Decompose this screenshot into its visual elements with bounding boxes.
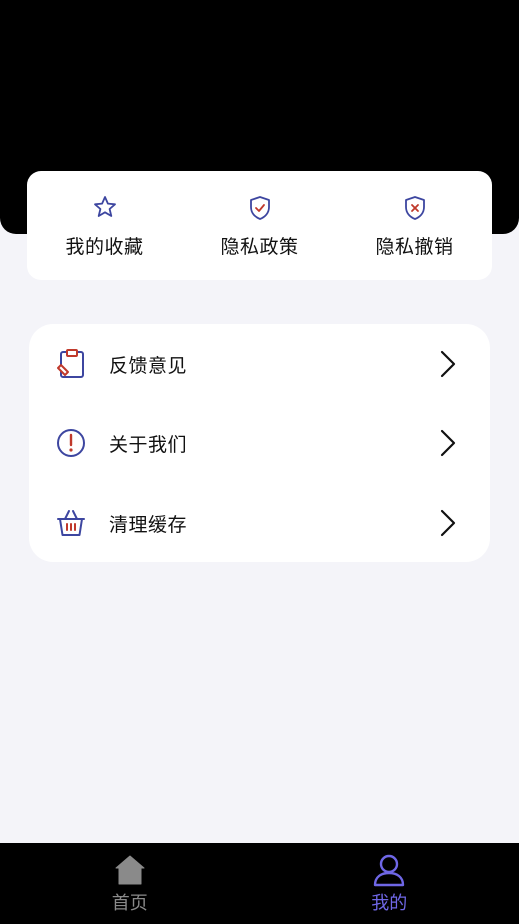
shield-x-icon xyxy=(404,196,425,220)
tab-mine[interactable]: 我的 xyxy=(260,843,519,924)
tab-home[interactable]: 首页 xyxy=(0,843,260,924)
info-exclamation-icon xyxy=(57,429,85,457)
menu-item-label: 反馈意见 xyxy=(109,354,188,377)
menu-item-feedback[interactable]: 反馈意见 xyxy=(29,334,490,394)
chevron-right-icon xyxy=(440,429,456,457)
quick-action-label: 隐私撤销 xyxy=(375,236,454,258)
menu-item-clear-cache[interactable]: 清理缓存 xyxy=(29,493,490,553)
tab-label: 首页 xyxy=(111,893,148,914)
user-icon xyxy=(374,854,405,887)
chevron-right-icon xyxy=(440,509,456,537)
home-icon xyxy=(115,855,145,885)
menu-item-label: 关于我们 xyxy=(109,433,188,456)
bottom-tab-bar: 首页 我的 xyxy=(0,843,519,924)
quick-action-privacy-revoke[interactable]: 隐私撤销 xyxy=(340,192,490,259)
quick-action-privacy-policy[interactable]: 隐私政策 xyxy=(185,192,335,259)
chevron-right-icon xyxy=(440,350,456,378)
shield-check-icon xyxy=(249,196,270,220)
settings-menu-card: 反馈意见 关于我们 清理缓存 xyxy=(29,324,490,562)
quick-action-label: 隐私政策 xyxy=(220,236,299,258)
quick-actions-card: 我的收藏 隐私政策 隐私撤销 xyxy=(27,171,492,280)
quick-action-label: 我的收藏 xyxy=(65,236,144,258)
menu-item-label: 清理缓存 xyxy=(109,513,188,536)
feedback-clipboard-icon xyxy=(57,349,84,378)
tab-label: 我的 xyxy=(371,893,408,914)
basket-icon xyxy=(57,510,85,536)
quick-action-favorites[interactable]: 我的收藏 xyxy=(30,192,180,259)
star-icon xyxy=(93,196,116,217)
menu-item-about[interactable]: 关于我们 xyxy=(29,413,490,473)
